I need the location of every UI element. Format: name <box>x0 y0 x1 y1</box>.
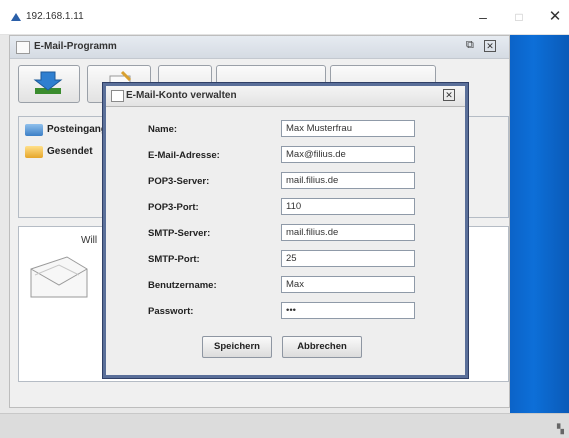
sent-folder-icon <box>25 146 43 158</box>
close-icon[interactable]: ✕ <box>443 89 455 101</box>
inbox-icon <box>25 124 43 136</box>
download-icon <box>33 71 63 94</box>
username-field[interactable]: Max <box>281 276 415 293</box>
status-bar: ▚ <box>0 413 569 438</box>
os-title-bar: 192.168.1.11 – □ ✕ <box>0 0 569 35</box>
email-label: E-Mail-Adresse: <box>148 150 220 161</box>
username-label: Benutzername: <box>148 280 217 291</box>
email-program-title: E-Mail-Programm <box>34 41 117 52</box>
smtp-port-label: SMTP-Port: <box>148 254 200 265</box>
smtp-port-field[interactable]: 25 <box>281 250 415 267</box>
resize-grip-icon[interactable]: ▚ <box>557 424 564 434</box>
email-field[interactable]: Max@filius.de <box>281 146 415 163</box>
pop3-server-label: POP3-Server: <box>148 176 210 187</box>
folder-label: Posteingang <box>47 124 108 135</box>
email-program-title-bar[interactable]: E-Mail-Programm ⧉ ✕ <box>10 36 509 59</box>
app-icon <box>11 13 21 21</box>
folder-label: Gesendet <box>47 146 93 157</box>
os-window-title: 192.168.1.11 <box>26 11 84 22</box>
pop3-port-label: POP3-Port: <box>148 202 199 213</box>
maximize-button[interactable]: □ <box>504 6 534 28</box>
smtp-server-label: SMTP-Server: <box>148 228 211 239</box>
save-button[interactable]: Speichern <box>202 336 272 358</box>
name-label: Name: <box>148 124 178 135</box>
smtp-server-field[interactable]: mail.filius.de <box>281 224 415 241</box>
dialog-title: E-Mail-Konto verwalten <box>126 90 237 101</box>
folder-inbox[interactable]: Posteingang <box>25 121 107 139</box>
window-icon <box>16 41 30 54</box>
desktop-background <box>510 35 569 413</box>
cancel-button[interactable]: Abbrechen <box>282 336 362 358</box>
close-button[interactable]: ✕ <box>540 6 569 28</box>
close-icon[interactable]: ✕ <box>484 40 496 52</box>
restore-icon[interactable]: ⧉ <box>466 40 477 51</box>
folder-sent[interactable]: Gesendet <box>25 143 93 161</box>
password-label: Passwort: <box>148 306 194 317</box>
envelope-icon <box>30 256 88 298</box>
password-field[interactable]: ••• <box>281 302 415 319</box>
dialog-title-bar[interactable]: E-Mail-Konto verwalten ✕ <box>106 86 465 107</box>
receive-mail-button[interactable] <box>18 65 80 103</box>
account-dialog: E-Mail-Konto verwalten ✕ Name: Max Muste… <box>103 83 468 378</box>
pop3-port-field[interactable]: 110 <box>281 198 415 215</box>
window-icon <box>111 90 124 102</box>
minimize-button[interactable]: – <box>468 6 498 28</box>
pop3-server-field[interactable]: mail.filius.de <box>281 172 415 189</box>
preview-text: Will <box>81 235 98 246</box>
name-field[interactable]: Max Musterfrau <box>281 120 415 137</box>
